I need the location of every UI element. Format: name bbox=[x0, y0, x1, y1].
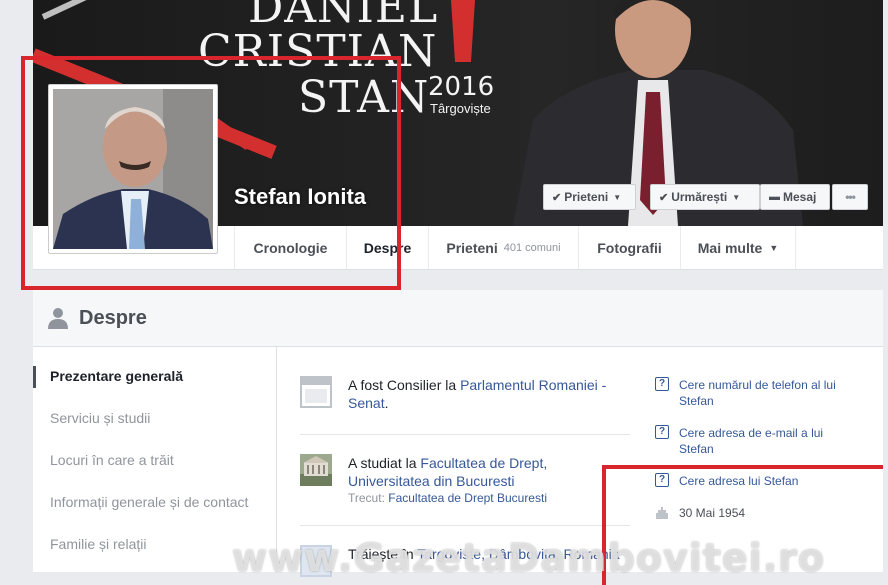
question-icon: ? bbox=[655, 425, 669, 439]
friends-button[interactable]: ✔ Prieteni ▼ bbox=[543, 184, 636, 210]
chevron-down-icon: ▼ bbox=[613, 192, 622, 202]
watermark: www.GazetaDambovitei.ro bbox=[232, 536, 825, 580]
checkmark-icon: ✔ bbox=[659, 191, 669, 204]
tab-label: Mai multe bbox=[697, 239, 763, 256]
request-email-label: Cere adresa de e-mail a lui Stefan bbox=[679, 426, 824, 456]
education-text: A studiat la Facultatea de Drept, Univer… bbox=[348, 454, 628, 490]
active-nav-indicator bbox=[33, 366, 36, 388]
education-previous: Trecut: Facultatea de Drept Bucuresti bbox=[348, 491, 547, 505]
work-text: A fost Consilier la Parlamentul Romaniei… bbox=[348, 376, 628, 412]
chevron-down-icon: ▼ bbox=[769, 242, 779, 253]
message-button[interactable]: ▬ Mesaj bbox=[760, 184, 830, 210]
more-dots-icon: ••• bbox=[845, 190, 856, 204]
follow-button-label: Urmărești bbox=[671, 190, 728, 204]
university-icon bbox=[300, 454, 332, 486]
about-title: Despre bbox=[79, 306, 147, 329]
question-icon: ? bbox=[655, 377, 669, 391]
work-suffix: . bbox=[384, 395, 389, 411]
tab-fotografii[interactable]: Fotografii bbox=[578, 226, 680, 269]
divider bbox=[300, 525, 630, 526]
checkmark-icon: ✔ bbox=[552, 191, 562, 204]
cover-city: Târgoviște bbox=[430, 101, 491, 116]
education-sub-link[interactable]: Facultatea de Drept Bucuresti bbox=[388, 491, 547, 505]
briefcase-icon bbox=[300, 376, 332, 408]
nav-overview[interactable]: Prezentare generală bbox=[50, 368, 183, 384]
nav-contact-info[interactable]: Informații generale și de contact bbox=[50, 494, 248, 510]
highlight-box-profile bbox=[21, 56, 401, 290]
tab-mai-multe[interactable]: Mai multe ▼ bbox=[680, 226, 796, 269]
about-section-header: Despre bbox=[33, 290, 883, 347]
friends-button-label: Prieteni bbox=[564, 190, 609, 204]
nav-family[interactable]: Familie și relații bbox=[50, 536, 146, 552]
work-prefix: A fost Consilier la bbox=[348, 377, 461, 393]
person-icon bbox=[48, 308, 68, 329]
nav-places-lived[interactable]: Locuri în care a trăit bbox=[50, 452, 174, 468]
tab-label: Prieteni bbox=[446, 239, 498, 256]
chevron-down-icon: ▼ bbox=[732, 192, 741, 202]
request-phone-label: Cere numărul de telefon al lui Stefan bbox=[679, 378, 836, 408]
message-icon: ▬ bbox=[769, 191, 780, 203]
tab-label: Fotografii bbox=[597, 239, 662, 256]
education-sub-prefix: Trecut: bbox=[348, 491, 389, 505]
tab-friends-count: 401 comuni bbox=[503, 241, 561, 254]
divider bbox=[300, 434, 630, 435]
cover-year: 2016 bbox=[428, 72, 495, 102]
follow-button[interactable]: ✔ Urmărești ▼ bbox=[650, 184, 760, 210]
tab-prieteni[interactable]: Prieteni 401 comuni bbox=[428, 226, 578, 269]
more-options-button[interactable]: ••• bbox=[832, 184, 868, 210]
nav-work-education[interactable]: Serviciu și studii bbox=[50, 410, 150, 426]
education-prefix: A studiat la bbox=[348, 455, 421, 471]
page-background-right bbox=[883, 0, 888, 572]
message-button-label: Mesaj bbox=[783, 190, 817, 204]
